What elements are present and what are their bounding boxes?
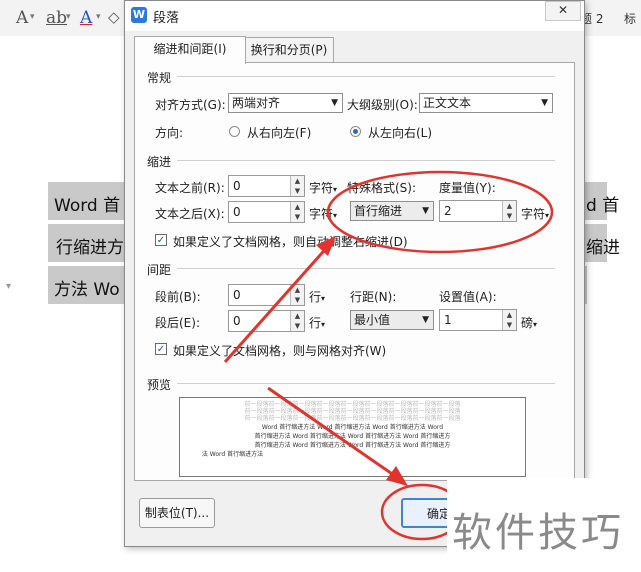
arrow-head (386, 466, 408, 486)
annotation-arrow (223, 243, 332, 363)
tab-indent-spacing[interactable]: 缩进和间距(I) (134, 36, 246, 64)
watermark-text: 软件技巧 (452, 510, 624, 556)
annotation-arrow (267, 386, 399, 480)
highlight-ellipse (326, 170, 554, 254)
arrow-head (316, 236, 336, 256)
